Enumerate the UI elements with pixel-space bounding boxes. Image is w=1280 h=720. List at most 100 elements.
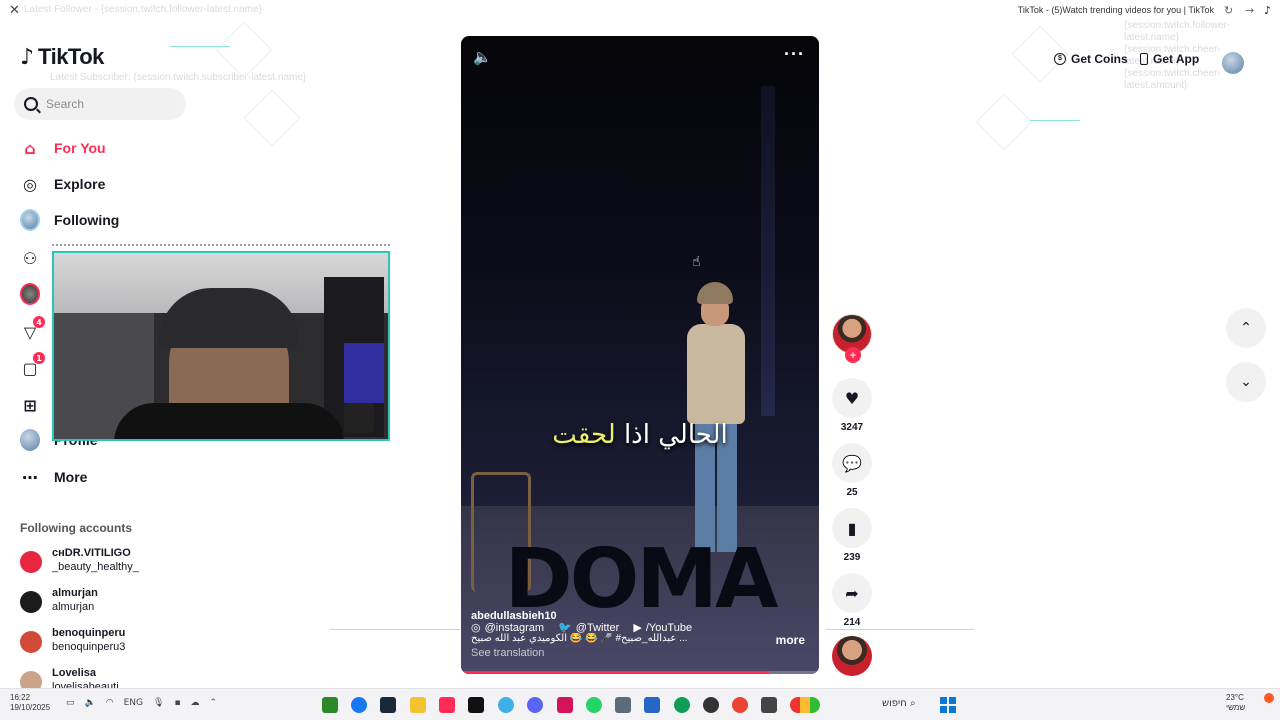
calculator-icon[interactable] bbox=[615, 697, 631, 713]
account-username: almurjan bbox=[52, 601, 95, 613]
follow-plus-icon[interactable]: + bbox=[845, 347, 861, 363]
next-video-button[interactable]: ⌄ bbox=[1226, 362, 1266, 402]
more-dots-icon: ⋯ bbox=[22, 467, 38, 487]
bookmark-count: 239 bbox=[843, 552, 861, 563]
account-username: _beauty_healthy_ bbox=[52, 561, 139, 573]
see-translation-link[interactable]: See translation bbox=[471, 647, 544, 659]
get-coins-label: Get Coins bbox=[1071, 52, 1128, 66]
nav-for-you[interactable]: ⌂ For You bbox=[20, 138, 106, 158]
following-accounts-title: Following accounts bbox=[20, 521, 133, 535]
nav-friends[interactable]: ⚇ bbox=[20, 248, 40, 268]
nav-label: For You bbox=[54, 140, 106, 156]
tiktok-app-icon[interactable] bbox=[468, 697, 484, 713]
browser-window-bar: ✕ Latest Follower - {session.twitch.foll… bbox=[0, 0, 1280, 22]
video-more-options-icon[interactable]: ··· bbox=[784, 44, 805, 65]
refresh-icon[interactable]: ↻ bbox=[1224, 4, 1233, 17]
system-tray[interactable]: ▭ 🔈 ◠ ENG 🎙 ▪ ☁ ⌃ bbox=[66, 698, 217, 708]
account-name: benoquinperu bbox=[52, 627, 126, 639]
comment-button[interactable]: 💬 25 bbox=[832, 443, 872, 498]
account-username: benoquinperu3 bbox=[52, 641, 126, 653]
friends-icon: ⚇ bbox=[22, 248, 38, 268]
chevron-down-icon: ⌄ bbox=[1240, 374, 1252, 390]
taskbar-search[interactable]: חיפוש ⌕ bbox=[882, 698, 916, 709]
video-progress-bar[interactable] bbox=[461, 671, 819, 674]
overlay-line bbox=[1030, 120, 1080, 121]
weather-widget[interactable]: 23°C שמשי bbox=[1226, 693, 1245, 713]
like-count: 3247 bbox=[840, 422, 864, 433]
search-icon bbox=[24, 97, 38, 111]
tiktok-studio-icon[interactable] bbox=[439, 697, 455, 713]
nav-following[interactable]: Following bbox=[20, 209, 119, 231]
edge-icon[interactable] bbox=[674, 697, 690, 713]
nav-explore[interactable]: ◎ Explore bbox=[20, 174, 105, 194]
search-placeholder: Search bbox=[46, 97, 85, 111]
forward-icon[interactable]: → bbox=[1245, 4, 1254, 17]
clock[interactable]: 16:22 19/10/2025 bbox=[10, 693, 50, 713]
stream-overlay-follower: Latest Follower - {session.twitch.follow… bbox=[24, 4, 262, 15]
volume-icon[interactable]: 🔈 bbox=[473, 48, 492, 66]
account-name: Lovelisa bbox=[52, 667, 97, 679]
window-title: TikTok - (5)Watch trending videos for yo… bbox=[1017, 5, 1214, 15]
nav-label: More bbox=[54, 469, 88, 485]
overlay-line bbox=[170, 46, 230, 47]
facebook-icon[interactable] bbox=[351, 697, 367, 713]
share-button[interactable]: ➦ 214 bbox=[832, 573, 872, 628]
tiktok-tab-icon: ♪ bbox=[1264, 4, 1272, 17]
previous-video-button[interactable]: ⌃ bbox=[1226, 308, 1266, 348]
nav-upload[interactable]: ⊞ bbox=[20, 395, 40, 415]
whatsapp-icon[interactable] bbox=[586, 697, 602, 713]
activity-badge: 4 bbox=[33, 316, 45, 328]
upload-icon: ⊞ bbox=[23, 395, 37, 415]
description-more-link[interactable]: more bbox=[776, 633, 805, 647]
following-account-item[interactable]: benoquinperu benoquinperu3 bbox=[20, 626, 125, 655]
following-account-item[interactable]: Lovelisa lovelisabeauti bbox=[20, 666, 119, 688]
following-account-item[interactable]: ᴄʜDR.VITILIGO _beauty_healthy_ bbox=[20, 546, 139, 575]
compass-icon: ◎ bbox=[23, 174, 37, 194]
battery-icon: ▭ bbox=[66, 698, 75, 708]
nav-more[interactable]: ⋯ More bbox=[20, 467, 87, 487]
nav-messages[interactable]: ▢ 1 bbox=[20, 352, 45, 378]
live-avatar-icon bbox=[20, 283, 40, 305]
terminal-icon[interactable] bbox=[761, 697, 777, 713]
windows-start-icon[interactable] bbox=[940, 697, 956, 713]
get-app-button[interactable]: Get App bbox=[1140, 52, 1199, 66]
overlay-star-diamond bbox=[243, 89, 301, 147]
video-player[interactable]: DOMA الحالي اذا لحقت 🔈 ··· abedullasbieh… bbox=[461, 36, 819, 674]
speaker-icon: 🔈 bbox=[84, 698, 96, 708]
overlay-gem-diamond bbox=[975, 93, 1033, 151]
user-avatar[interactable] bbox=[1222, 52, 1244, 74]
discord-icon[interactable] bbox=[527, 697, 543, 713]
file-explorer-icon[interactable] bbox=[410, 697, 426, 713]
taskbar-app-icon[interactable] bbox=[322, 697, 338, 713]
messages-badge: 1 bbox=[33, 352, 45, 364]
nav-live[interactable] bbox=[20, 283, 40, 305]
webcam-frame-decoration bbox=[52, 244, 390, 246]
adobe-icon[interactable] bbox=[557, 697, 573, 713]
nav-activity[interactable]: ▽ 4 bbox=[20, 316, 45, 342]
account-avatar bbox=[20, 631, 42, 653]
window-close-icon[interactable]: ✕ bbox=[9, 3, 20, 18]
creator-avatar[interactable]: + bbox=[832, 314, 872, 363]
video-caption: الحالي اذا لحقت bbox=[552, 420, 728, 450]
video-description: عبدالله_صبيح# 🎤 😂 😂 الكوميدي عبد الله صب… bbox=[471, 633, 688, 644]
following-account-item[interactable]: almurjan almurjan bbox=[20, 586, 98, 615]
search-input[interactable]: Search bbox=[14, 88, 186, 120]
overlay-line bbox=[330, 629, 460, 630]
search-icon: ⌕ bbox=[910, 698, 916, 709]
obs-icon[interactable] bbox=[703, 697, 719, 713]
language-indicator: ENG bbox=[123, 698, 143, 708]
tiktok-logo[interactable]: ♪ TikTok bbox=[20, 44, 104, 70]
notification-badge-icon[interactable] bbox=[1264, 693, 1274, 703]
next-creator-avatar[interactable] bbox=[832, 636, 872, 676]
get-coins-button[interactable]: $ Get Coins bbox=[1054, 52, 1128, 66]
phone-icon bbox=[1140, 53, 1148, 65]
like-button[interactable]: ♥ 3247 bbox=[832, 378, 872, 433]
steam-icon[interactable] bbox=[380, 697, 396, 713]
chrome-icon[interactable] bbox=[732, 697, 748, 713]
store-icon[interactable] bbox=[644, 697, 660, 713]
taskbar-widget-icon[interactable] bbox=[790, 697, 820, 713]
tray-chevron-icon: ⌃ bbox=[209, 698, 218, 708]
bookmark-button[interactable]: ▮ 239 bbox=[832, 508, 872, 563]
browser-app-icon[interactable] bbox=[498, 697, 514, 713]
windows-taskbar: 16:22 19/10/2025 ▭ 🔈 ◠ ENG 🎙 ▪ ☁ ⌃ חיפוש ⌕ 23°… bbox=[0, 688, 1280, 720]
